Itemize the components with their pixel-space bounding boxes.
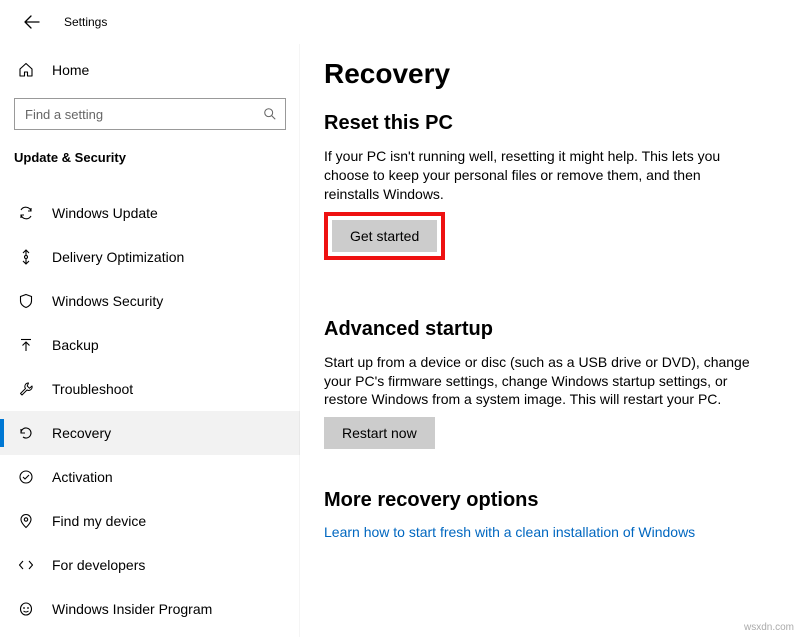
sidebar-item-troubleshoot[interactable]: Troubleshoot	[0, 367, 300, 411]
fresh-start-link[interactable]: Learn how to start fresh with a clean in…	[324, 524, 695, 540]
sidebar-item-windows-insider[interactable]: Windows Insider Program	[0, 587, 300, 631]
sidebar-item-label: Activation	[52, 469, 113, 485]
sidebar-item-activation[interactable]: Activation	[0, 455, 300, 499]
delivery-icon	[16, 249, 36, 265]
sidebar-item-label: Windows Security	[52, 293, 163, 309]
reset-heading: Reset this PC	[324, 112, 776, 135]
sidebar-item-backup[interactable]: Backup	[0, 323, 300, 367]
wrench-icon	[16, 381, 36, 397]
get-started-button[interactable]: Get started	[332, 220, 437, 252]
section-reset-pc: Reset this PC If your PC isn't running w…	[324, 112, 776, 288]
advanced-description: Start up from a device or disc (such as …	[324, 353, 754, 410]
sidebar-item-label: Backup	[52, 337, 99, 353]
back-button[interactable]	[18, 8, 46, 36]
highlight-annotation: Get started	[324, 212, 445, 260]
section-more-recovery: More recovery options Learn how to start…	[324, 489, 776, 542]
insider-icon	[16, 601, 36, 617]
code-icon	[16, 557, 36, 573]
reset-description: If your PC isn't running well, resetting…	[324, 147, 754, 204]
location-icon	[16, 513, 36, 529]
sidebar-item-windows-security[interactable]: Windows Security	[0, 279, 300, 323]
search-input[interactable]	[14, 98, 286, 130]
sidebar-item-label: Windows Update	[52, 205, 158, 221]
sidebar-item-label: Recovery	[52, 425, 111, 441]
search-icon	[263, 107, 277, 121]
sidebar-item-find-my-device[interactable]: Find my device	[0, 499, 300, 543]
title-bar: Settings	[0, 0, 800, 44]
sidebar-item-recovery[interactable]: Recovery	[0, 411, 300, 455]
nav-home[interactable]: Home	[0, 52, 300, 88]
page-title: Recovery	[324, 58, 776, 90]
sidebar-item-label: For developers	[52, 557, 145, 573]
search-field[interactable]	[25, 107, 253, 122]
app-title: Settings	[64, 15, 107, 29]
nav-list: Windows Update Delivery Optimization Win…	[0, 191, 300, 631]
sidebar-item-delivery-optimization[interactable]: Delivery Optimization	[0, 235, 300, 279]
shield-icon	[16, 293, 36, 309]
sidebar-item-label: Windows Insider Program	[52, 601, 212, 617]
restart-now-button[interactable]: Restart now	[324, 417, 435, 449]
recovery-icon	[16, 425, 36, 441]
backup-icon	[16, 337, 36, 353]
watermark: wsxdn.com	[744, 622, 794, 633]
nav-home-label: Home	[52, 62, 89, 78]
activation-icon	[16, 469, 36, 485]
sidebar-item-label: Delivery Optimization	[52, 249, 184, 265]
sync-icon	[16, 205, 36, 221]
sidebar: Home Update & Security Windows Update	[0, 44, 300, 637]
sidebar-category: Update & Security	[0, 130, 300, 177]
sidebar-item-label: Find my device	[52, 513, 146, 529]
content-pane: Recovery Reset this PC If your PC isn't …	[300, 44, 800, 637]
sidebar-item-for-developers[interactable]: For developers	[0, 543, 300, 587]
sidebar-divider	[299, 44, 300, 637]
home-icon	[16, 62, 36, 78]
sidebar-item-windows-update[interactable]: Windows Update	[0, 191, 300, 235]
sidebar-item-label: Troubleshoot	[52, 381, 133, 397]
more-heading: More recovery options	[324, 489, 776, 512]
arrow-left-icon	[24, 14, 40, 30]
advanced-heading: Advanced startup	[324, 318, 776, 341]
section-advanced-startup: Advanced startup Start up from a device …	[324, 318, 776, 450]
